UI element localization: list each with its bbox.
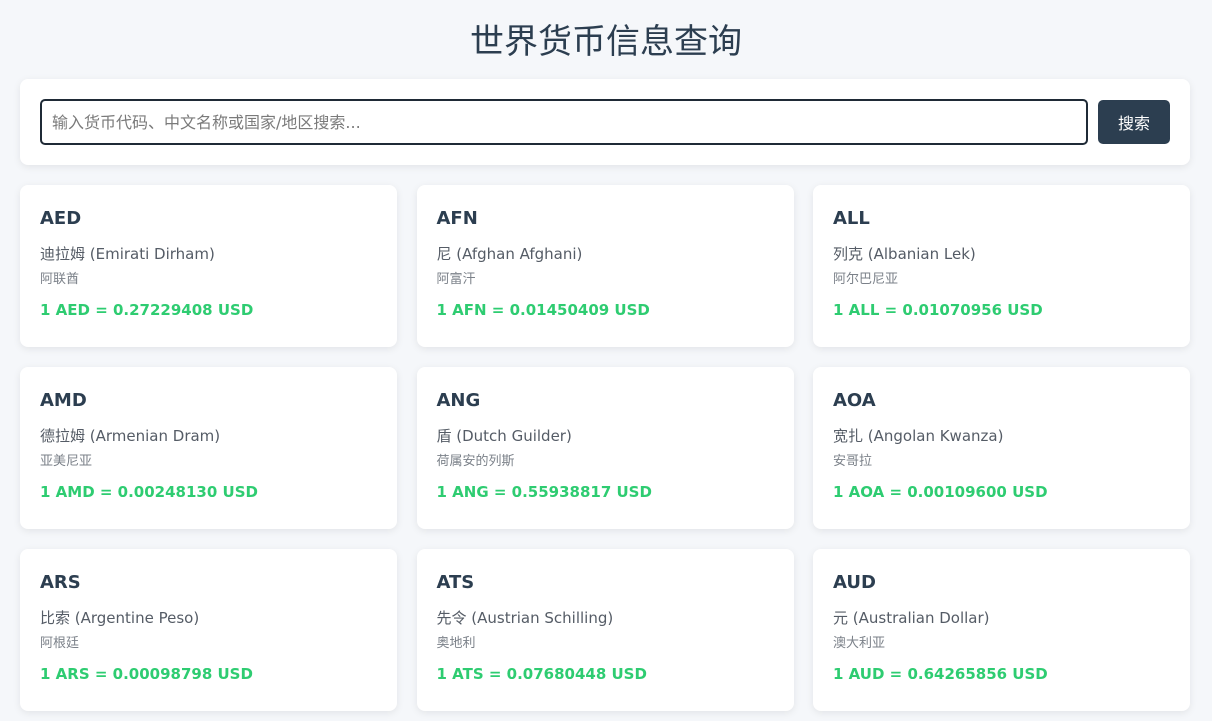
currency-code: AMD — [40, 390, 87, 411]
currency-country: 安哥拉 — [833, 454, 873, 469]
currency-rate: 1 AMD = 0.00248130 USD — [40, 483, 258, 501]
currency-card-ars[interactable]: ARS 比索 (Argentine Peso) 阿根廷 1 ARS = 0.00… — [20, 549, 397, 711]
currency-name: 盾 (Dutch Guilder) — [436, 427, 572, 445]
currency-country: 阿联酋 — [40, 272, 80, 287]
currency-code: AFN — [436, 208, 478, 229]
currency-country: 澳大利亚 — [833, 636, 886, 651]
currency-rate: 1 ALL = 0.01070956 USD — [833, 301, 1043, 319]
currency-rate: 1 AOA = 0.00109600 USD — [833, 483, 1048, 501]
currency-code: ALL — [833, 208, 870, 229]
page-title: 世界货币信息查询 — [470, 22, 742, 62]
currency-card-ats[interactable]: ATS 先令 (Austrian Schilling) 奥地利 1 ATS = … — [416, 549, 794, 711]
currency-rate: 1 AFN = 0.01450409 USD — [436, 301, 650, 319]
currency-code: ARS — [40, 572, 81, 593]
currency-country: 荷属安的列斯 — [436, 454, 515, 469]
currency-name: 迪拉姆 (Emirati Dirham) — [40, 245, 215, 263]
currency-rate: 1 ARS = 0.00098798 USD — [40, 665, 253, 683]
currency-name: 德拉姆 (Armenian Dram) — [40, 427, 221, 445]
search-button[interactable]: 搜索 — [1098, 100, 1170, 144]
currency-name: 列克 (Albanian Lek) — [833, 245, 976, 263]
currency-name: 元 (Australian Dollar) — [833, 609, 990, 627]
page-root: 世界货币信息查询 搜索 AED 迪拉姆 (Emirati Dirham) 阿联酋… — [0, 0, 1212, 721]
currency-country: 阿富汗 — [436, 272, 476, 287]
currency-rate: 1 ANG = 0.55938817 USD — [436, 483, 652, 501]
currency-rate: 1 AUD = 0.64265856 USD — [833, 665, 1048, 683]
currency-country: 阿尔巴尼亚 — [833, 272, 899, 287]
currency-card-aed[interactable]: AED 迪拉姆 (Emirati Dirham) 阿联酋 1 AED = 0.2… — [20, 185, 397, 347]
currency-code: AUD — [833, 572, 876, 593]
currency-name: 比索 (Argentine Peso) — [40, 609, 200, 627]
currency-code: AED — [40, 208, 82, 229]
currency-country: 阿根廷 — [40, 636, 80, 651]
currency-card-aud[interactable]: AUD 元 (Australian Dollar) 澳大利亚 1 AUD = 0… — [813, 549, 1190, 711]
currency-country: 亚美尼亚 — [40, 454, 93, 469]
currency-rate: 1 AED = 0.27229408 USD — [40, 301, 254, 319]
search-input[interactable] — [40, 99, 1088, 145]
currency-name: 先令 (Austrian Schilling) — [436, 609, 614, 627]
search-panel: 搜索 — [20, 79, 1190, 165]
currency-grid: AED 迪拉姆 (Emirati Dirham) 阿联酋 1 AED = 0.2… — [20, 185, 1190, 711]
currency-card-ang[interactable]: ANG 盾 (Dutch Guilder) 荷属安的列斯 1 ANG = 0.5… — [416, 367, 794, 529]
currency-code: ANG — [436, 390, 481, 411]
currency-name: 宽扎 (Angolan Kwanza) — [833, 427, 1004, 445]
currency-card-all[interactable]: ALL 列克 (Albanian Lek) 阿尔巴尼亚 1 ALL = 0.01… — [813, 185, 1190, 347]
currency-country: 奥地利 — [436, 636, 476, 651]
currency-code: AOA — [833, 390, 876, 411]
currency-card-aoa[interactable]: AOA 宽扎 (Angolan Kwanza) 安哥拉 1 AOA = 0.00… — [813, 367, 1190, 529]
currency-name: 尼 (Afghan Afghani) — [436, 245, 583, 263]
currency-card-afn[interactable]: AFN 尼 (Afghan Afghani) 阿富汗 1 AFN = 0.014… — [416, 185, 794, 347]
currency-rate: 1 ATS = 0.07680448 USD — [436, 665, 647, 683]
currency-card-amd[interactable]: AMD 德拉姆 (Armenian Dram) 亚美尼亚 1 AMD = 0.0… — [20, 367, 397, 529]
currency-code: ATS — [436, 572, 475, 593]
